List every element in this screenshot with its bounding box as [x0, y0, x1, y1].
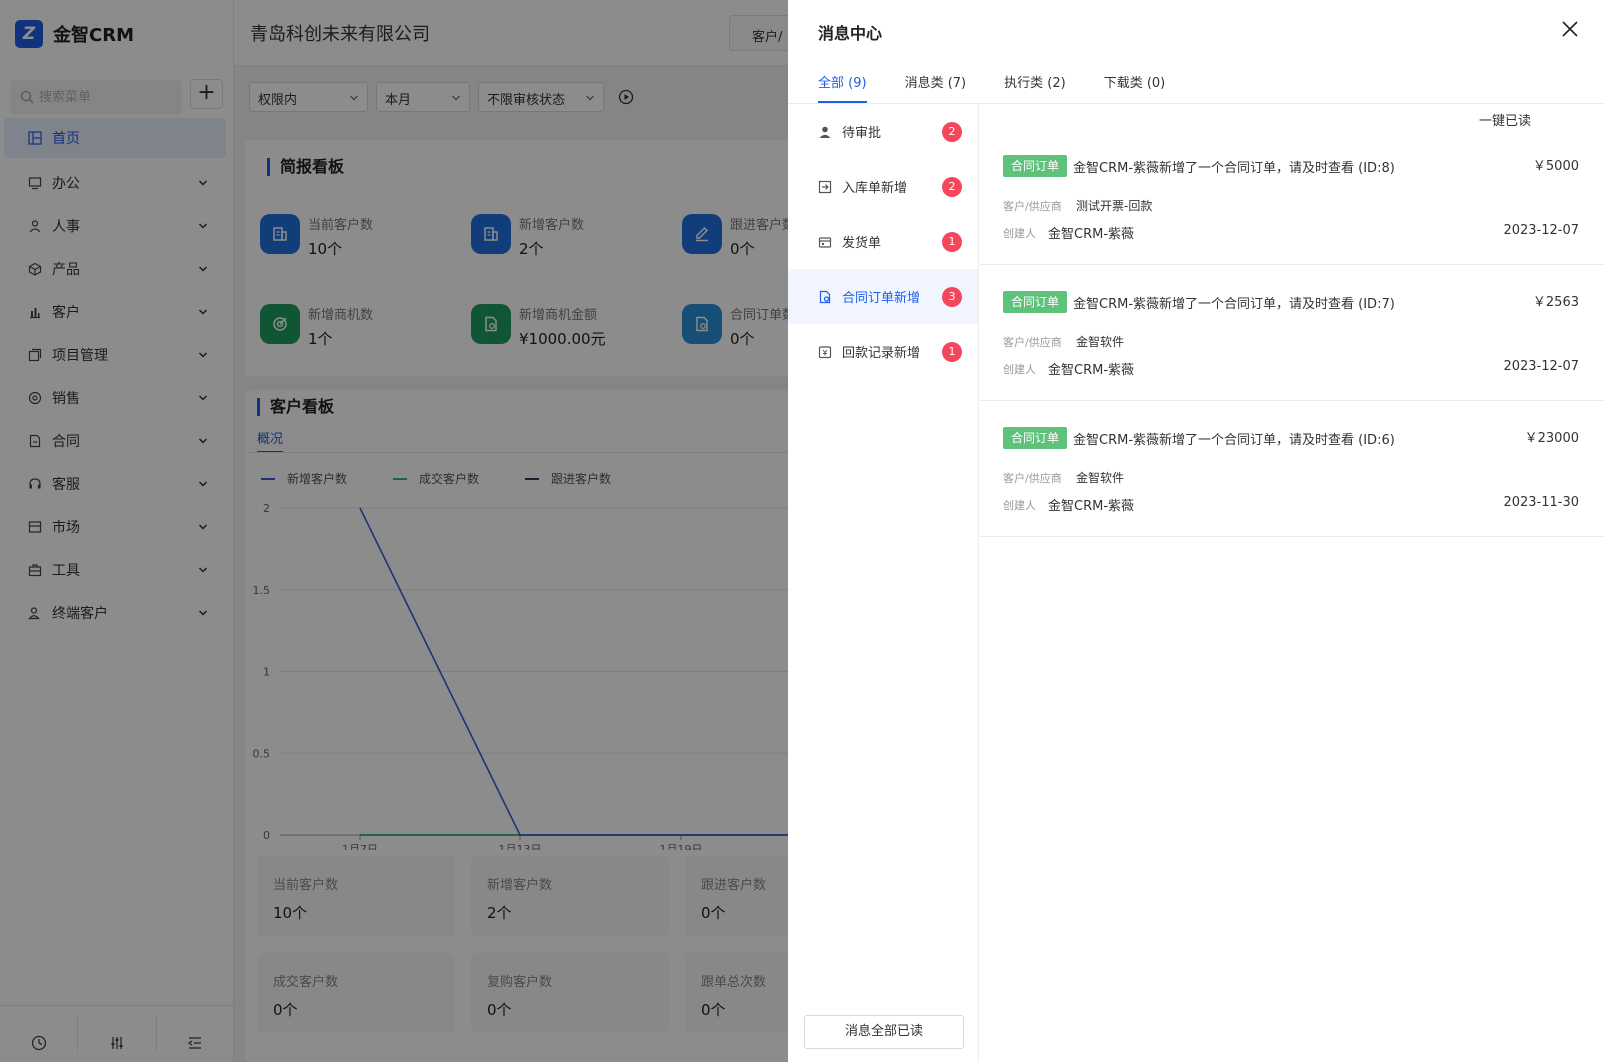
close-icon[interactable] [1561, 20, 1579, 38]
message-text: 金智CRM-紫薇新增了一个合同订单，请及时查看 (ID:6) [1073, 433, 1395, 448]
message-category-list: 待审批 2 入库单新增 2 发货单 1 合同订单新增 3 回款记录新增 1 消息… [788, 104, 979, 1062]
customer-label: 客户/供应商 [1003, 472, 1062, 485]
category-label: 合同订单新增 [842, 291, 921, 306]
customer-value: 测试开票-回款 [1076, 199, 1153, 213]
creator-value: 金智CRM-紫薇 [1048, 227, 1135, 242]
unread-badge: 2 [942, 122, 962, 142]
tab-downloads[interactable]: 下载类 (0) [1104, 72, 1166, 103]
message-text: 金智CRM-紫薇新增了一个合同订单，请及时查看 (ID:7) [1073, 297, 1395, 312]
message-amount: ￥2563 [1532, 295, 1579, 310]
creator-label: 创建人 [1003, 227, 1036, 240]
tab-all[interactable]: 全部 (9) [818, 72, 867, 103]
category-delivery[interactable]: 发货单 1 [788, 214, 978, 269]
tab-execution[interactable]: 执行类 (2) [1004, 72, 1066, 103]
mark-all-read-button[interactable]: 消息全部已读 [804, 1015, 964, 1049]
message-text: 金智CRM-紫薇新增了一个合同订单，请及时查看 (ID:8) [1073, 161, 1395, 176]
user-icon [818, 125, 832, 139]
category-label: 待审批 [842, 126, 882, 141]
category-label: 入库单新增 [842, 181, 908, 196]
category-inbound-new[interactable]: 入库单新增 2 [788, 159, 978, 214]
modal-overlay[interactable] [0, 0, 788, 1062]
unread-badge: 1 [942, 232, 962, 252]
drawer-title: 消息中心 [818, 24, 883, 43]
tab-messages[interactable]: 消息类 (7) [905, 72, 967, 103]
unread-badge: 1 [942, 342, 962, 362]
message-date: 2023-12-07 [1503, 359, 1579, 374]
category-label: 回款记录新增 [842, 346, 921, 361]
message-item[interactable]: 合同订单 金智CRM-紫薇新增了一个合同订单，请及时查看 (ID:6) ￥230… [980, 407, 1605, 537]
message-tag: 合同订单 [1003, 291, 1068, 313]
app-root: Z 金智CRM + 首页 办公 人事 产 [0, 0, 1605, 1062]
creator-value: 金智CRM-紫薇 [1048, 499, 1135, 514]
inbound-icon [818, 180, 832, 194]
message-amount: ￥23000 [1524, 431, 1579, 446]
category-pending-approval[interactable]: 待审批 2 [788, 104, 978, 159]
customer-label: 客户/供应商 [1003, 336, 1062, 349]
message-tabs: 全部 (9) 消息类 (7) 执行类 (2) 下载类 (0) [818, 72, 1203, 103]
message-amount: ￥5000 [1532, 159, 1579, 174]
unread-badge: 3 [942, 287, 962, 307]
category-contract-order-new[interactable]: 合同订单新增 3 [788, 269, 978, 324]
unread-badge: 2 [942, 177, 962, 197]
message-date: 2023-11-30 [1503, 495, 1579, 510]
customer-value: 金智软件 [1076, 335, 1125, 349]
customer-label: 客户/供应商 [1003, 200, 1062, 213]
message-item[interactable]: 合同订单 金智CRM-紫薇新增了一个合同订单，请及时查看 (ID:8) ￥500… [980, 135, 1605, 265]
category-payment-new[interactable]: 回款记录新增 1 [788, 324, 978, 379]
creator-value: 金智CRM-紫薇 [1048, 363, 1135, 378]
payment-icon [818, 345, 832, 359]
creator-label: 创建人 [1003, 363, 1036, 376]
message-item[interactable]: 合同订单 金智CRM-紫薇新增了一个合同订单，请及时查看 (ID:7) ￥256… [980, 271, 1605, 401]
message-date: 2023-12-07 [1503, 223, 1579, 238]
creator-label: 创建人 [1003, 499, 1036, 512]
message-tag: 合同订单 [1003, 427, 1068, 449]
mark-read-one-click-button[interactable]: 一键已读 [1479, 110, 1531, 129]
message-center-drawer: 消息中心 全部 (9) 消息类 (7) 执行类 (2) 下载类 (0) 待审批 … [788, 0, 1605, 1062]
delivery-icon [818, 235, 832, 249]
category-label: 发货单 [842, 236, 882, 251]
contract-order-icon [818, 290, 832, 304]
customer-value: 金智软件 [1076, 471, 1125, 485]
message-tag: 合同订单 [1003, 155, 1068, 177]
